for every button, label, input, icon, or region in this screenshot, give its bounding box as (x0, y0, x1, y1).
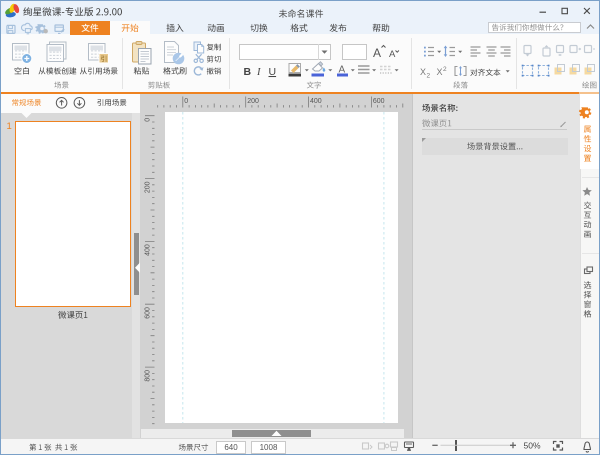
svg-text:A: A (373, 46, 381, 60)
svg-text:0: 0 (184, 98, 188, 105)
svg-text:600: 600 (145, 307, 152, 319)
svg-text:X: X (437, 67, 443, 77)
svg-text:800: 800 (145, 370, 152, 382)
svg-text:I: I (256, 67, 261, 78)
svg-text:A: A (389, 49, 396, 60)
svg-text:640: 640 (224, 443, 238, 452)
svg-text:B: B (244, 66, 252, 78)
svg-text:U: U (269, 66, 277, 78)
svg-text:400: 400 (145, 244, 152, 256)
svg-text:1008: 1008 (260, 443, 278, 452)
svg-text:2: 2 (443, 66, 447, 73)
svg-text:0: 0 (145, 118, 152, 122)
svg-text:1: 1 (7, 121, 12, 132)
svg-text:2: 2 (427, 73, 431, 80)
svg-text:X: X (420, 67, 426, 77)
svg-text:50%: 50% (524, 441, 541, 451)
svg-text:200: 200 (247, 98, 259, 105)
svg-text:400: 400 (310, 98, 322, 105)
svg-text:600: 600 (373, 98, 385, 105)
svg-text:200: 200 (145, 181, 152, 193)
